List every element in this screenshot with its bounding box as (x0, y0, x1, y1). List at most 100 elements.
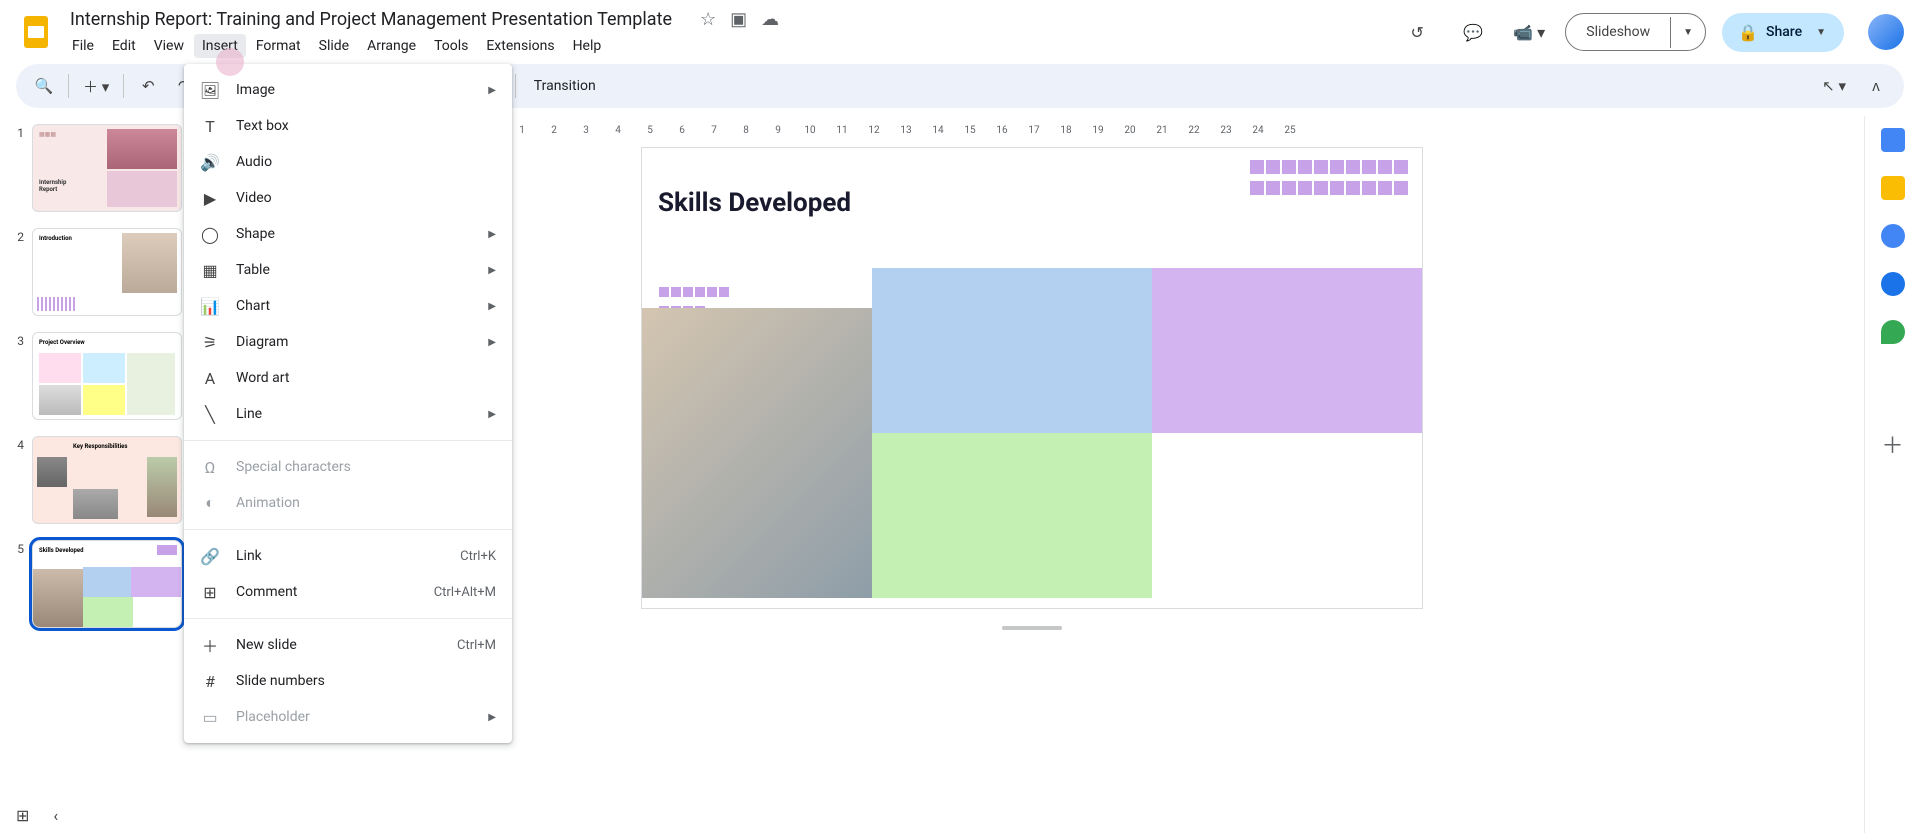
menu-insert[interactable]: Insert (194, 34, 246, 58)
share-label: Share (1766, 24, 1802, 40)
menu-tools[interactable]: Tools (426, 34, 476, 58)
speaker-notes-handle[interactable] (1002, 626, 1062, 630)
menu-slide[interactable]: Slide (311, 34, 357, 58)
menu-format[interactable]: Format (248, 34, 309, 58)
share-dropdown-icon: ▼ (1816, 27, 1826, 38)
quadrant-purple[interactable] (1152, 268, 1422, 433)
slide-thumbnail-5[interactable]: Skills Developed (32, 540, 182, 628)
slide-canvas[interactable]: Skills Developed (642, 148, 1422, 608)
tasks-addon-icon[interactable] (1881, 224, 1905, 248)
menu-item-icon: 🔊 (200, 153, 220, 172)
quadrant-green[interactable] (872, 433, 1152, 598)
slideshow-button-group: Slideshow ▼ (1565, 13, 1706, 51)
get-addons-icon[interactable]: ＋ (1881, 432, 1905, 456)
calendar-addon-icon[interactable] (1881, 128, 1905, 152)
menu-arrange[interactable]: Arrange (359, 34, 424, 58)
menu-item-shape[interactable]: ◯Shape▶ (184, 216, 512, 252)
slides-logo[interactable] (16, 12, 56, 52)
submenu-arrow-icon: ▶ (488, 85, 496, 96)
submenu-arrow-icon: ▶ (488, 301, 496, 312)
slide-thumb-row: 2Introduction (12, 228, 188, 316)
move-icon[interactable]: ▣ (730, 9, 747, 30)
menu-item-label: Shape (236, 226, 472, 242)
menu-item-icon: # (200, 672, 220, 691)
slideshow-button[interactable]: Slideshow (1566, 14, 1670, 50)
menu-item-diagram[interactable]: ⚞Diagram▶ (184, 324, 512, 360)
slideshow-dropdown[interactable]: ▼ (1670, 17, 1705, 48)
lock-icon: 🔒 (1738, 23, 1758, 42)
undo-button[interactable]: ↶ (132, 70, 164, 102)
slide-thumbnail-4[interactable]: Key Responsibilities (32, 436, 182, 524)
ruler-tick: 23 (1210, 125, 1242, 136)
maps-addon-icon[interactable] (1881, 320, 1905, 344)
menu-view[interactable]: View (146, 34, 192, 58)
search-menus-button[interactable]: 🔍 (28, 70, 60, 102)
pointer-mode-button[interactable]: ↖ ▾ (1816, 70, 1852, 102)
contacts-addon-icon[interactable] (1881, 272, 1905, 296)
menu-item-icon: ◯ (200, 225, 220, 244)
menu-help[interactable]: Help (565, 34, 610, 58)
slide-thumb-row: 4Key Responsibilities (12, 436, 188, 524)
submenu-arrow-icon: ▶ (488, 265, 496, 276)
hide-menus-button[interactable]: ʌ (1860, 70, 1892, 102)
quadrant-blue[interactable] (872, 268, 1152, 433)
menu-item-image[interactable]: 🖼Image▶ (184, 72, 512, 108)
menu-item-new-slide[interactable]: ＋New slideCtrl+M (184, 627, 512, 663)
menu-file[interactable]: File (64, 34, 102, 58)
cloud-status-icon[interactable]: ☁ (761, 9, 779, 30)
collapse-filmstrip-icon[interactable]: ‹ (53, 806, 58, 825)
star-icon[interactable]: ☆ (700, 9, 716, 30)
menu-item-label: Link (236, 548, 444, 564)
ruler-tick: 3 (570, 125, 602, 136)
menu-item-label: Slide numbers (236, 673, 496, 689)
menu-item-text-box[interactable]: TText box (184, 108, 512, 144)
menu-item-slide-numbers[interactable]: # Slide numbers (184, 663, 512, 699)
menu-item-label: Video (236, 190, 496, 206)
submenu-arrow-icon: ▶ (488, 337, 496, 348)
menu-item-link[interactable]: 🔗LinkCtrl+K (184, 538, 512, 574)
side-panel: ＋ (1864, 116, 1920, 833)
keep-addon-icon[interactable] (1881, 176, 1905, 200)
menu-item-audio[interactable]: 🔊Audio (184, 144, 512, 180)
new-slide-button[interactable]: ＋ ▾ (77, 70, 115, 102)
slide-thumbnail-3[interactable]: Project Overview (32, 332, 182, 420)
menu-item-icon: ◐ (200, 493, 220, 513)
menu-item-icon: ⊞ (200, 583, 220, 602)
slide-thumbnail-1[interactable]: ▦▦▦InternshipReport (32, 124, 182, 212)
slide-title-text[interactable]: Skills Developed (658, 188, 851, 218)
menu-item-table[interactable]: ▦Table▶ (184, 252, 512, 288)
menu-separator (184, 440, 512, 441)
transition-button[interactable]: Transition (524, 78, 606, 94)
menu-item-icon: T (200, 117, 220, 136)
slide-thumbnail-2[interactable]: Introduction (32, 228, 182, 316)
comments-icon[interactable]: 💬 (1453, 12, 1493, 52)
slide-number: 1 (12, 124, 24, 212)
menu-item-chart[interactable]: 📊Chart▶ (184, 288, 512, 324)
meet-icon[interactable]: 📹 ▾ (1509, 12, 1549, 52)
account-avatar[interactable] (1868, 14, 1904, 50)
submenu-arrow-icon: ▶ (488, 712, 496, 723)
slide-image-placeholder[interactable] (642, 308, 902, 598)
menu-item-line[interactable]: ╲Line▶ (184, 396, 512, 432)
menu-item-label: Comment (236, 584, 418, 600)
menu-item-placeholder: ▭Placeholder▶ (184, 699, 512, 735)
grid-view-icon[interactable]: ⊞ (16, 806, 29, 825)
ruler-tick: 25 (1274, 125, 1306, 136)
menu-item-shortcut: Ctrl+M (457, 638, 496, 653)
ruler-tick: 6 (666, 125, 698, 136)
menu-item-word-art[interactable]: AWord art (184, 360, 512, 396)
menu-item-icon: Ω (200, 458, 220, 477)
menu-item-comment[interactable]: ⊞CommentCtrl+Alt+M (184, 574, 512, 610)
document-title[interactable]: Internship Report: Training and Project … (64, 7, 678, 32)
menu-edit[interactable]: Edit (104, 34, 144, 58)
menu-item-label: Diagram (236, 334, 472, 350)
menu-item-label: Animation (236, 495, 496, 511)
menu-item-label: Chart (236, 298, 472, 314)
share-button[interactable]: 🔒 Share ▼ (1722, 13, 1844, 52)
history-icon[interactable]: ↺ (1397, 12, 1437, 52)
slide-thumb-row: 3Project Overview (12, 332, 188, 420)
menu-extensions[interactable]: Extensions (478, 34, 562, 58)
quadrant-white[interactable] (1152, 433, 1422, 598)
header-right: ↺ 💬 📹 ▾ Slideshow ▼ 🔒 Share ▼ (1397, 12, 1904, 52)
menu-item-video[interactable]: ▶Video (184, 180, 512, 216)
